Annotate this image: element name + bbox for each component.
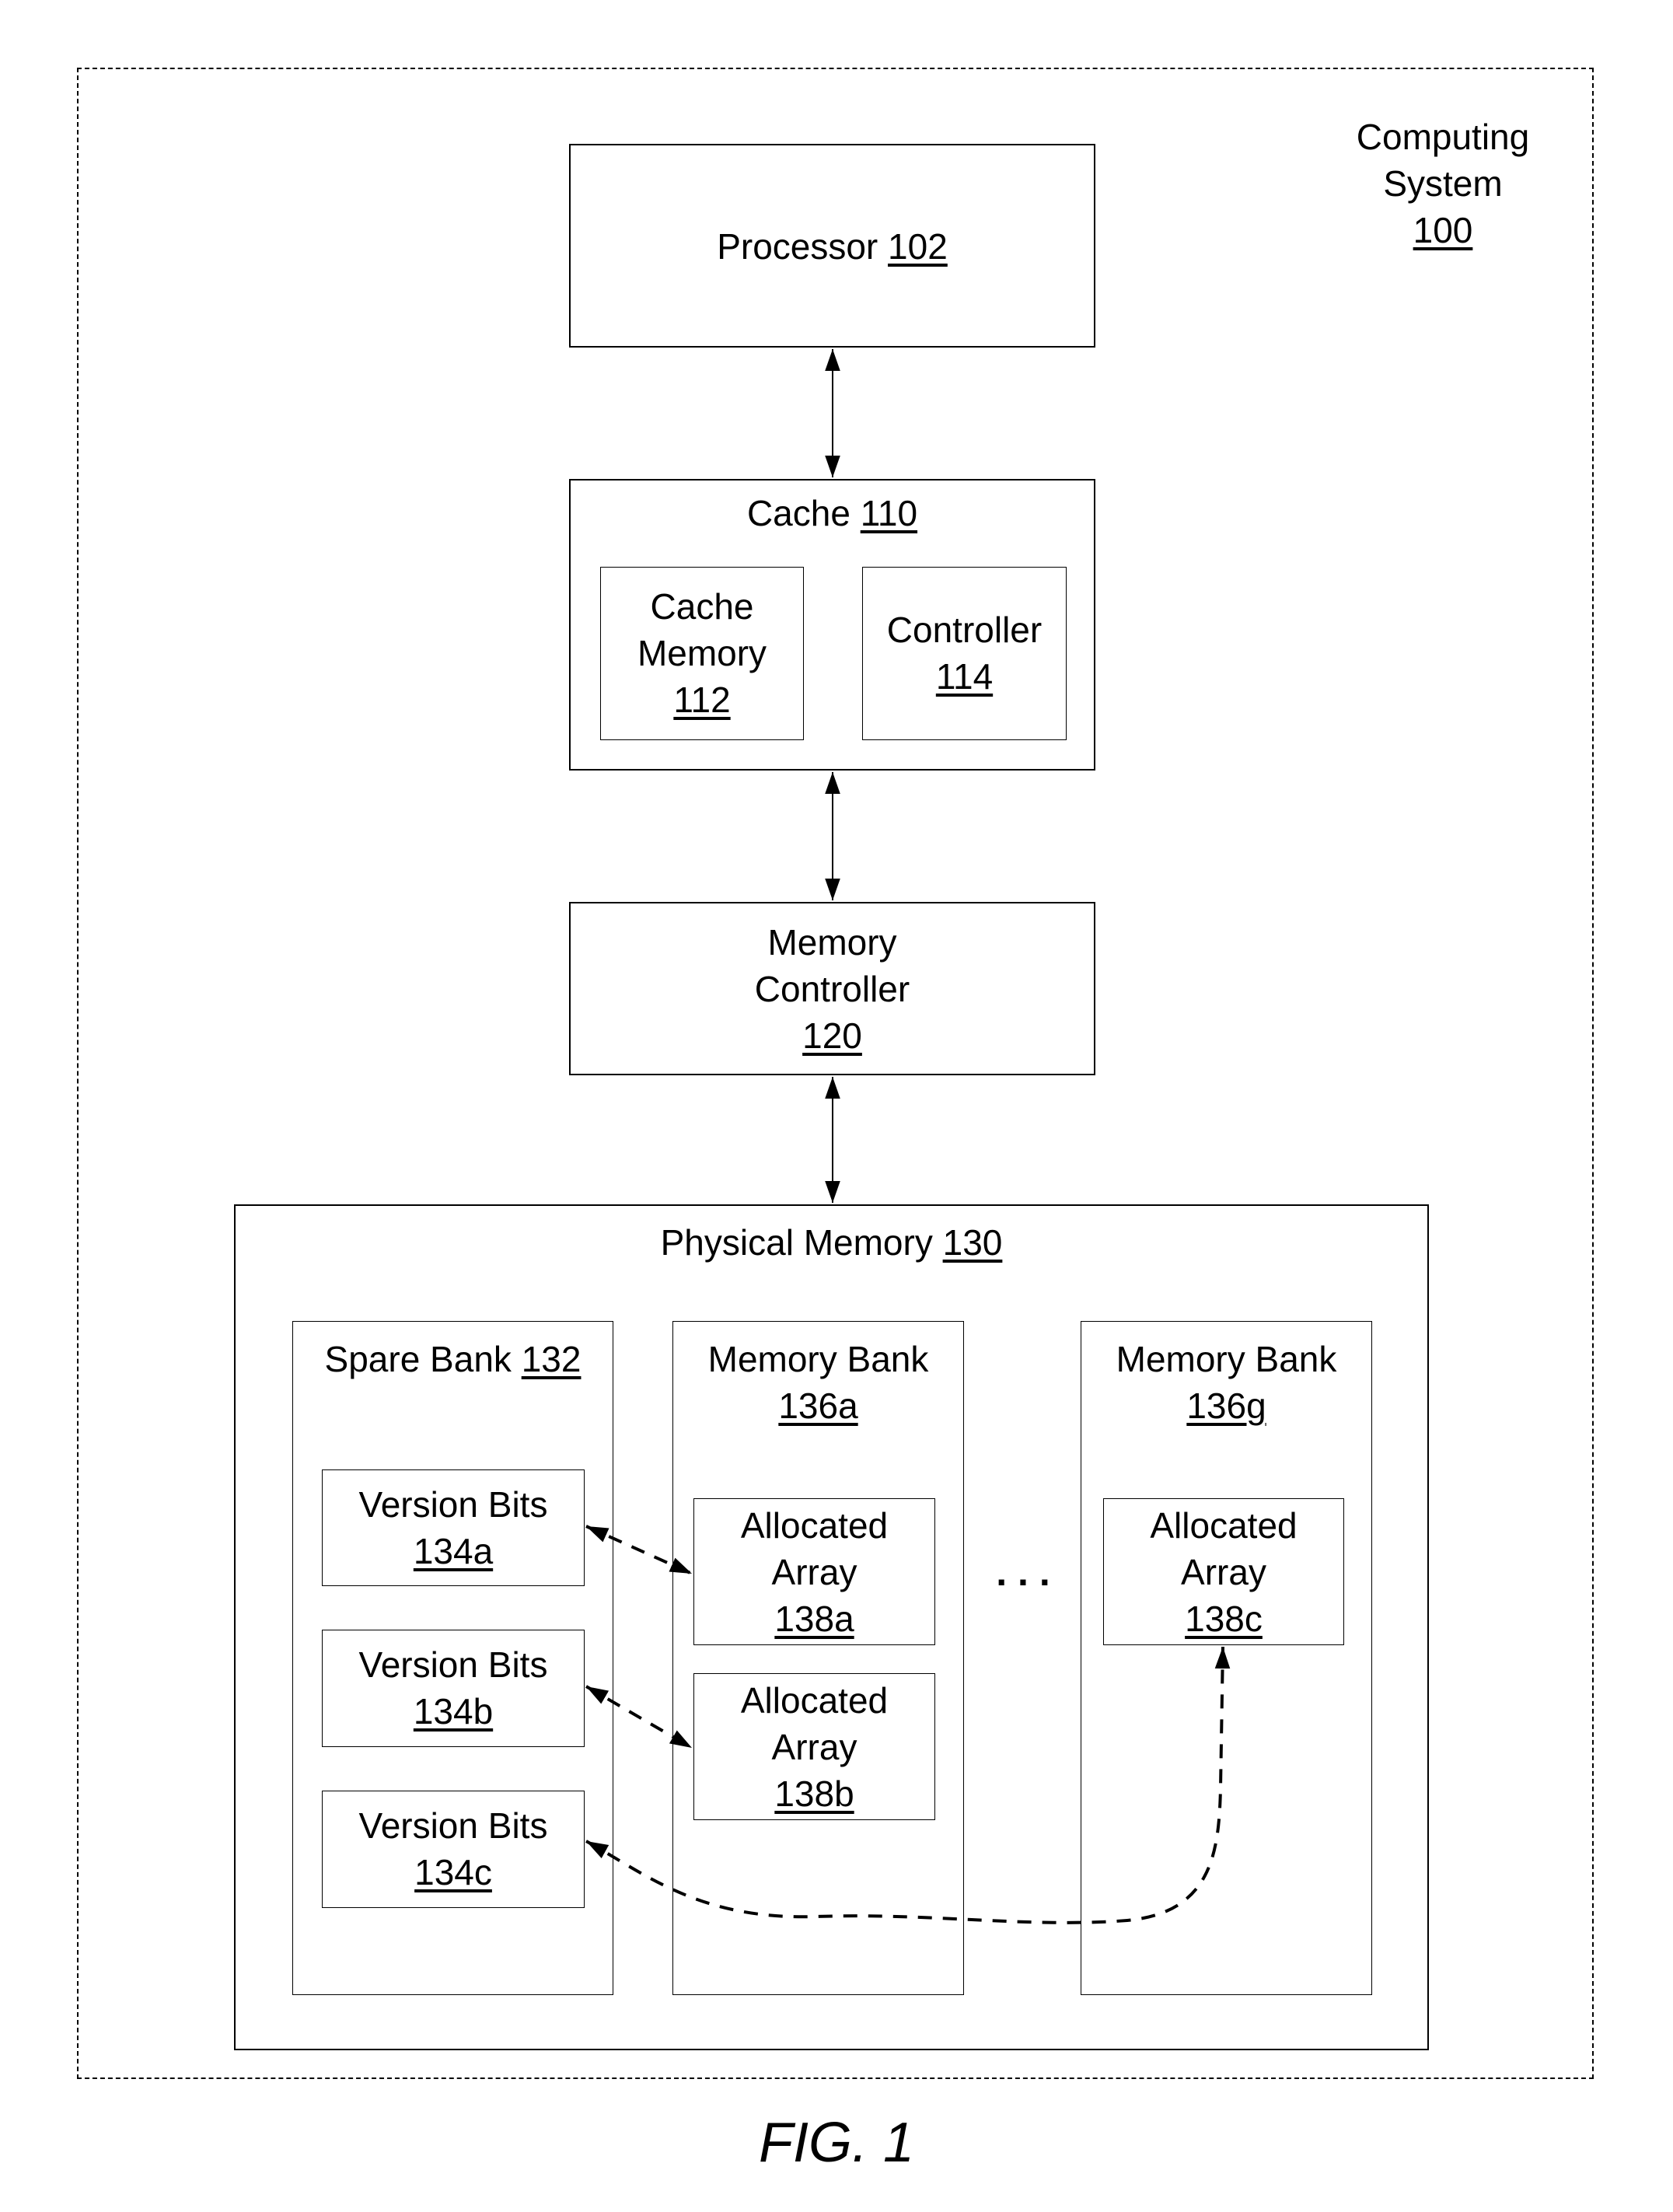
- cache-label: Cache 110: [571, 490, 1094, 536]
- version-bits-134a-name: Version Bits: [358, 1484, 548, 1525]
- physical-memory-label: Physical Memory 130: [236, 1219, 1427, 1266]
- allocated-array-138a-label: Allocated Array 138a: [694, 1502, 934, 1642]
- allocated-array-138a-box[interactable]: Allocated Array 138a: [693, 1498, 935, 1645]
- version-bits-134a-box[interactable]: Version Bits 134a: [322, 1469, 585, 1586]
- allocated-array-138c-line1: Allocated: [1150, 1505, 1298, 1546]
- memory-controller-label: Memory Controller 120: [571, 919, 1094, 1059]
- computing-system-name-line2: System: [1383, 163, 1503, 204]
- version-bits-134c-ref: 134c: [414, 1852, 492, 1892]
- processor-name: Processor: [717, 226, 878, 267]
- allocated-array-138b-ref: 138b: [774, 1773, 854, 1814]
- physical-memory-name: Physical Memory: [660, 1222, 933, 1263]
- spare-bank-ref: 132: [521, 1339, 582, 1379]
- physical-memory-ref: 130: [942, 1222, 1003, 1263]
- version-bits-134a-ref: 134a: [413, 1531, 494, 1571]
- memory-bank-136a-name: Memory Bank: [707, 1339, 929, 1379]
- allocated-array-138a-line2: Array: [771, 1552, 857, 1592]
- processor-ref: 102: [888, 226, 948, 267]
- cache-memory-line1: Cache: [650, 586, 754, 627]
- ellipsis: . . .: [996, 1550, 1050, 1594]
- cache-memory-line2: Memory: [637, 633, 767, 673]
- version-bits-134b-ref: 134b: [413, 1691, 494, 1732]
- memory-controller-line2: Controller: [754, 969, 910, 1009]
- version-bits-134c-box[interactable]: Version Bits 134c: [322, 1791, 585, 1908]
- memory-bank-136g-ref: 136g: [1186, 1386, 1266, 1426]
- allocated-array-138b-box[interactable]: Allocated Array 138b: [693, 1673, 935, 1820]
- computing-system-ref: 100: [1413, 210, 1473, 250]
- spare-bank-name: Spare Bank: [324, 1339, 512, 1379]
- cache-ref: 110: [860, 493, 918, 533]
- allocated-array-138c-label: Allocated Array 138c: [1104, 1502, 1343, 1642]
- allocated-array-138b-line2: Array: [771, 1727, 857, 1767]
- controller-label: Controller 114: [863, 606, 1066, 700]
- allocated-array-138c-ref: 138c: [1185, 1599, 1263, 1639]
- version-bits-134a-label: Version Bits 134a: [323, 1481, 584, 1574]
- controller-name: Controller: [886, 610, 1043, 650]
- allocated-array-138a-ref: 138a: [774, 1599, 854, 1639]
- version-bits-134c-name: Version Bits: [358, 1805, 548, 1846]
- controller-box[interactable]: Controller 114: [862, 567, 1067, 740]
- computing-system-name-line1: Computing: [1356, 117, 1530, 157]
- processor-box[interactable]: Processor 102: [569, 144, 1095, 348]
- memory-controller-line1: Memory: [767, 922, 897, 963]
- controller-ref: 114: [935, 656, 994, 697]
- cache-memory-box[interactable]: Cache Memory 112: [600, 567, 804, 740]
- version-bits-134b-label: Version Bits 134b: [323, 1641, 584, 1735]
- allocated-array-138c-box[interactable]: Allocated Array 138c: [1103, 1498, 1344, 1645]
- cache-name: Cache: [746, 493, 850, 533]
- version-bits-134b-name: Version Bits: [358, 1644, 548, 1685]
- memory-bank-136a-box[interactable]: Memory Bank 136a: [672, 1321, 964, 1995]
- memory-bank-136g-label: Memory Bank 136g: [1081, 1336, 1371, 1429]
- figure-label: FIG. 1: [758, 2112, 915, 2174]
- processor-label: Processor 102: [571, 223, 1094, 270]
- memory-bank-136g-box[interactable]: Memory Bank 136g: [1081, 1321, 1372, 1995]
- memory-bank-136g-name: Memory Bank: [1116, 1339, 1337, 1379]
- memory-bank-136a-ref: 136a: [778, 1386, 858, 1426]
- version-bits-134c-label: Version Bits 134c: [323, 1802, 584, 1896]
- allocated-array-138b-label: Allocated Array 138b: [694, 1677, 934, 1817]
- version-bits-134b-box[interactable]: Version Bits 134b: [322, 1630, 585, 1747]
- spare-bank-label: Spare Bank 132: [293, 1336, 613, 1382]
- cache-memory-label: Cache Memory 112: [601, 583, 803, 723]
- cache-memory-ref: 112: [673, 680, 731, 720]
- allocated-array-138c-line2: Array: [1181, 1552, 1266, 1592]
- allocated-array-138b-line1: Allocated: [740, 1680, 889, 1721]
- computing-system-label: Computing System 100: [1350, 114, 1536, 253]
- memory-controller-box[interactable]: Memory Controller 120: [569, 902, 1095, 1075]
- allocated-array-138a-line1: Allocated: [740, 1505, 889, 1546]
- memory-controller-ref: 120: [802, 1015, 862, 1056]
- memory-bank-136a-label: Memory Bank 136a: [673, 1336, 963, 1429]
